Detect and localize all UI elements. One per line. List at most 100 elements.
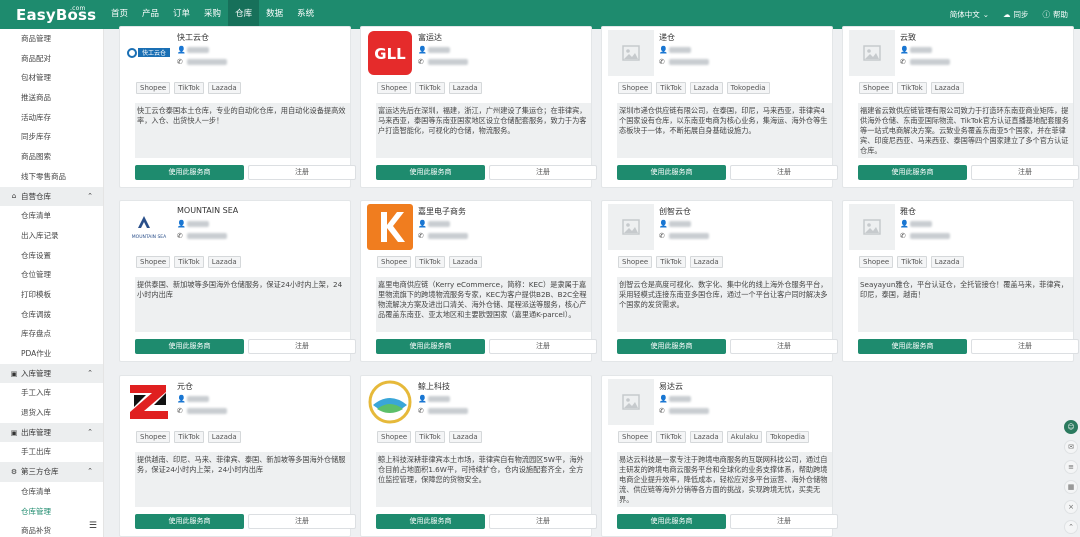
- phone-icon: ✆: [418, 58, 424, 66]
- sidebar-group-self-warehouse[interactable]: ⌂ 自营仓库 ⌃: [0, 186, 103, 207]
- sidebar-item[interactable]: 商品管理: [0, 29, 103, 49]
- sidebar-item[interactable]: 仓库清单: [0, 482, 103, 502]
- platform-tag: Tokopedia: [726, 82, 770, 94]
- provider-card: 鲸上科技 👤 ✆ Shopee TikTok Lazada 鲸上科技深耕菲律宾本土市场，菲律…: [360, 375, 597, 537]
- phone-icon: ✆: [418, 232, 424, 240]
- sidebar-item[interactable]: 商品配对: [0, 49, 103, 69]
- sidebar-item[interactable]: 仓库调拨: [0, 305, 103, 325]
- help-button[interactable]: ⓘ 帮助: [1043, 9, 1069, 20]
- nav-item-4[interactable]: 仓库: [228, 0, 260, 29]
- grid-icon[interactable]: ▦: [1064, 480, 1078, 494]
- phone-icon: ✆: [659, 407, 665, 415]
- phone-icon: ✆: [418, 407, 424, 415]
- sidebar-group-inbound[interactable]: ▣ 入库管理 ⌃: [0, 363, 103, 384]
- nav-item-6[interactable]: 系统: [290, 0, 321, 29]
- sidebar-item[interactable]: PDA作业: [0, 344, 103, 364]
- provider-description: 嘉里电商供应链（Kerry eCommerce，简称：KEC）是隶属于嘉里物流旗…: [376, 277, 591, 332]
- sidebar-item[interactable]: 同步库存: [0, 127, 103, 147]
- redacted-contact: [428, 221, 450, 227]
- use-provider-button[interactable]: 使用此服务商: [858, 165, 967, 180]
- list-icon[interactable]: ≡: [1064, 460, 1078, 474]
- register-button[interactable]: 注册: [489, 339, 597, 354]
- register-button[interactable]: 注册: [248, 514, 356, 529]
- use-provider-button[interactable]: 使用此服务商: [617, 165, 726, 180]
- register-button[interactable]: 注册: [971, 165, 1079, 180]
- sidebar-item[interactable]: 仓库管理: [0, 502, 103, 522]
- platform-tag: Shopee: [136, 82, 171, 94]
- back-to-top-icon[interactable]: ⌃: [1064, 520, 1078, 534]
- nav-item-3[interactable]: 采购: [197, 0, 228, 29]
- register-button[interactable]: 注册: [730, 339, 838, 354]
- register-button[interactable]: 注册: [489, 514, 597, 529]
- user-icon: 👤: [418, 220, 427, 228]
- redacted-phone: [910, 59, 950, 65]
- use-provider-button[interactable]: 使用此服务商: [376, 165, 485, 180]
- sidebar-item[interactable]: 出入库记录: [0, 226, 103, 246]
- sidebar-item[interactable]: 手工出库: [0, 442, 103, 462]
- user-icon: 👤: [418, 395, 427, 403]
- redacted-phone: [910, 233, 950, 239]
- sidebar-item[interactable]: 推送商品: [0, 88, 103, 108]
- sidebar-item[interactable]: 手工入库: [0, 383, 103, 403]
- language-switch[interactable]: 简体中文 ⌄: [950, 9, 989, 20]
- use-provider-button[interactable]: 使用此服务商: [617, 514, 726, 529]
- nav-item-1[interactable]: 产品: [135, 0, 166, 29]
- use-provider-button[interactable]: 使用此服务商: [135, 514, 244, 529]
- platform-tag: Shopee: [136, 431, 171, 443]
- redacted-contact: [910, 47, 932, 53]
- user-icon: 👤: [659, 395, 668, 403]
- sidebar-item[interactable]: 线下零售商品: [0, 167, 103, 187]
- nav-item-2[interactable]: 订单: [166, 0, 197, 29]
- platform-tag: Shopee: [859, 82, 894, 94]
- app-logo[interactable]: EasyBoss .com: [0, 0, 104, 29]
- redacted-phone: [187, 408, 227, 414]
- platform-tag: Lazada: [448, 82, 482, 94]
- platform-tag: Lazada: [207, 82, 241, 94]
- sidebar-item[interactable]: 仓库设置: [0, 246, 103, 266]
- register-button[interactable]: 注册: [971, 339, 1079, 354]
- nav-item-5[interactable]: 数据: [259, 0, 290, 29]
- nav-item-0[interactable]: 首页: [104, 0, 135, 29]
- close-icon[interactable]: ×: [1064, 500, 1078, 514]
- third-party-icon: ⚙: [10, 467, 18, 476]
- sidebar-item[interactable]: 库存盘点: [0, 324, 103, 344]
- register-button[interactable]: 注册: [489, 165, 597, 180]
- provider-logo: [607, 29, 655, 77]
- sidebar-item[interactable]: 退货入库: [0, 403, 103, 423]
- platform-tag: Tokopedia: [766, 431, 810, 443]
- message-icon[interactable]: ✉: [1064, 440, 1078, 454]
- sync-button[interactable]: ☁ 同步: [1003, 9, 1029, 20]
- provider-logo: [607, 203, 655, 251]
- register-button[interactable]: 注册: [248, 339, 356, 354]
- use-provider-button[interactable]: 使用此服务商: [135, 165, 244, 180]
- sidebar-item[interactable]: 打印模板: [0, 285, 103, 305]
- provider-logo: 快工云仓: [125, 29, 173, 77]
- avatar[interactable]: ☺: [1064, 420, 1078, 434]
- sidebar-item[interactable]: 商品图索: [0, 147, 103, 167]
- provider-name: 易达云: [659, 382, 683, 391]
- use-provider-button[interactable]: 使用此服务商: [858, 339, 967, 354]
- register-button[interactable]: 注册: [730, 514, 838, 529]
- sidebar-item[interactable]: 商品补货: [0, 521, 103, 537]
- menu-icon[interactable]: ☰: [89, 521, 97, 531]
- sidebar-item[interactable]: 活动库存: [0, 108, 103, 128]
- platform-tags: Shopee TikTok Lazada Tokopedia: [618, 82, 770, 94]
- redacted-phone: [428, 408, 468, 414]
- provider-card: 递仓 👤 ✆ Shopee TikTok Lazada Tokopedia 深圳市递仓供应链有…: [601, 26, 838, 188]
- provider-name: 雅仓: [900, 207, 916, 216]
- contact-phone-row: ✆: [177, 406, 227, 416]
- platform-tag: Shopee: [859, 256, 894, 268]
- sidebar-item[interactable]: 仓位管理: [0, 265, 103, 285]
- use-provider-button[interactable]: 使用此服务商: [135, 339, 244, 354]
- sidebar-group-outbound[interactable]: ▣ 出库管理 ⌃: [0, 422, 103, 443]
- use-provider-button[interactable]: 使用此服务商: [376, 339, 485, 354]
- use-provider-button[interactable]: 使用此服务商: [376, 514, 485, 529]
- register-button[interactable]: 注册: [248, 165, 356, 180]
- sidebar-item[interactable]: 包材管理: [0, 68, 103, 88]
- user-icon: 👤: [177, 220, 186, 228]
- user-icon: 👤: [900, 46, 909, 54]
- use-provider-button[interactable]: 使用此服务商: [617, 339, 726, 354]
- sidebar-group-third-party[interactable]: ⚙ 第三方仓库 ⌃: [0, 462, 103, 482]
- sidebar-item[interactable]: 仓库清单: [0, 206, 103, 226]
- register-button[interactable]: 注册: [730, 165, 838, 180]
